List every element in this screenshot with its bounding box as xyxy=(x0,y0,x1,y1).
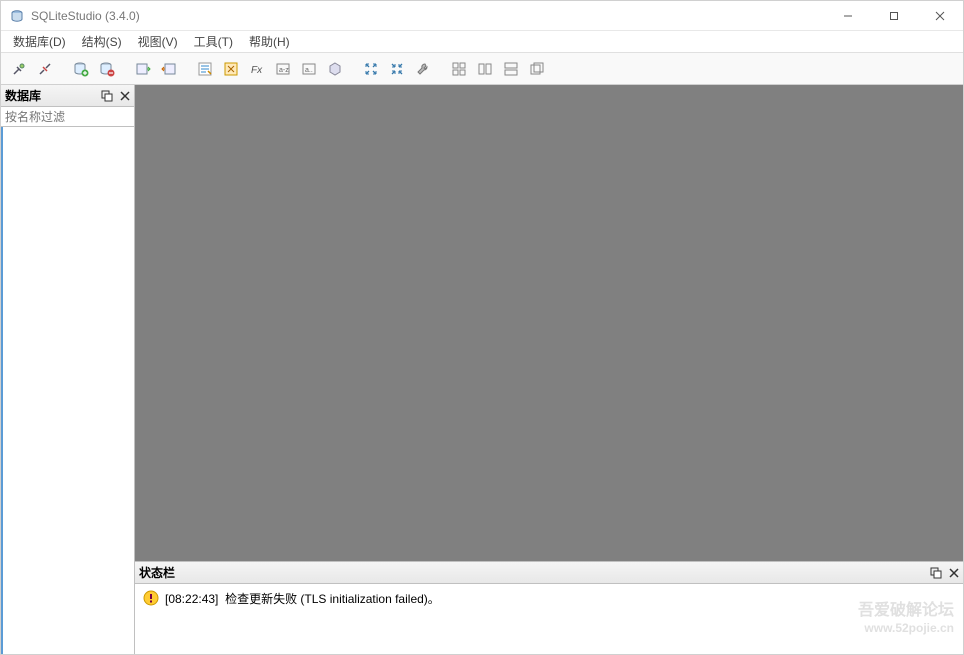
app-icon xyxy=(9,8,25,24)
svg-text:a..: a.. xyxy=(305,67,313,74)
window-buttons xyxy=(825,1,963,31)
database-panel-title: 数据库 xyxy=(5,87,41,104)
status-panel: 状态栏 [08:22:43] 检查更新失败 (TLS initializatio… xyxy=(135,561,963,654)
menu-view[interactable]: 视图(V) xyxy=(130,31,186,52)
sql-function-icon[interactable] xyxy=(219,57,243,81)
status-timestamp: [08:22:43] xyxy=(165,592,218,606)
close-button[interactable] xyxy=(917,1,963,31)
arrows-out-icon[interactable] xyxy=(359,57,383,81)
database-tree[interactable] xyxy=(1,127,134,654)
panel-float-button[interactable] xyxy=(98,87,116,105)
layout-split-icon[interactable] xyxy=(473,57,497,81)
add-db-icon[interactable] xyxy=(69,57,93,81)
panel-close-button[interactable] xyxy=(116,87,134,105)
layout-grid-icon[interactable] xyxy=(447,57,471,81)
mdi-workspace xyxy=(135,85,963,561)
database-filter-input[interactable] xyxy=(1,107,134,127)
status-panel-title: 状态栏 xyxy=(139,564,175,581)
ddl-icon[interactable] xyxy=(323,57,347,81)
minimize-button[interactable] xyxy=(825,1,871,31)
svg-text:Fx: Fx xyxy=(251,65,263,76)
disconnect-icon[interactable] xyxy=(33,57,57,81)
collation-icon[interactable]: a-z xyxy=(271,57,295,81)
connect-icon[interactable] xyxy=(7,57,31,81)
main-toolbar: Fx a-z a.. xyxy=(1,53,963,85)
menu-tools[interactable]: 工具(T) xyxy=(186,31,241,52)
svg-text:a-z: a-z xyxy=(279,67,289,74)
layout-rows-icon[interactable] xyxy=(499,57,523,81)
status-message: [08:22:43] 检查更新失败 (TLS initialization fa… xyxy=(165,590,440,607)
maximize-button[interactable] xyxy=(871,1,917,31)
status-panel-header: 状态栏 xyxy=(135,562,963,584)
status-float-button[interactable] xyxy=(927,564,945,582)
window-title: SQLiteStudio (3.4.0) xyxy=(31,9,825,23)
right-side: 状态栏 [08:22:43] 检查更新失败 (TLS initializatio… xyxy=(135,85,963,654)
database-panel-header: 数据库 xyxy=(1,85,134,107)
layout-copy-icon[interactable] xyxy=(525,57,549,81)
extension-icon[interactable]: a.. xyxy=(297,57,321,81)
warning-icon xyxy=(143,590,159,606)
status-close-button[interactable] xyxy=(945,564,963,582)
status-text: 检查更新失败 (TLS initialization failed)。 xyxy=(225,592,440,606)
window-titlebar: SQLiteStudio (3.4.0) xyxy=(1,1,963,31)
sql-editor-icon[interactable] xyxy=(193,57,217,81)
menu-structure[interactable]: 结构(S) xyxy=(74,31,130,52)
export-icon[interactable] xyxy=(157,57,181,81)
menu-bar: 数据库(D) 结构(S) 视图(V) 工具(T) 帮助(H) xyxy=(1,31,963,53)
fx-icon[interactable]: Fx xyxy=(245,57,269,81)
database-panel: 数据库 xyxy=(1,85,135,654)
menu-help[interactable]: 帮助(H) xyxy=(241,31,298,52)
wrench-icon[interactable] xyxy=(411,57,435,81)
menu-database[interactable]: 数据库(D) xyxy=(5,31,74,52)
status-body: [08:22:43] 检查更新失败 (TLS initialization fa… xyxy=(135,584,963,654)
import-icon[interactable] xyxy=(131,57,155,81)
client-area: 数据库 状态栏 [08:22: xyxy=(1,85,963,654)
remove-db-icon[interactable] xyxy=(95,57,119,81)
arrows-in-icon[interactable] xyxy=(385,57,409,81)
